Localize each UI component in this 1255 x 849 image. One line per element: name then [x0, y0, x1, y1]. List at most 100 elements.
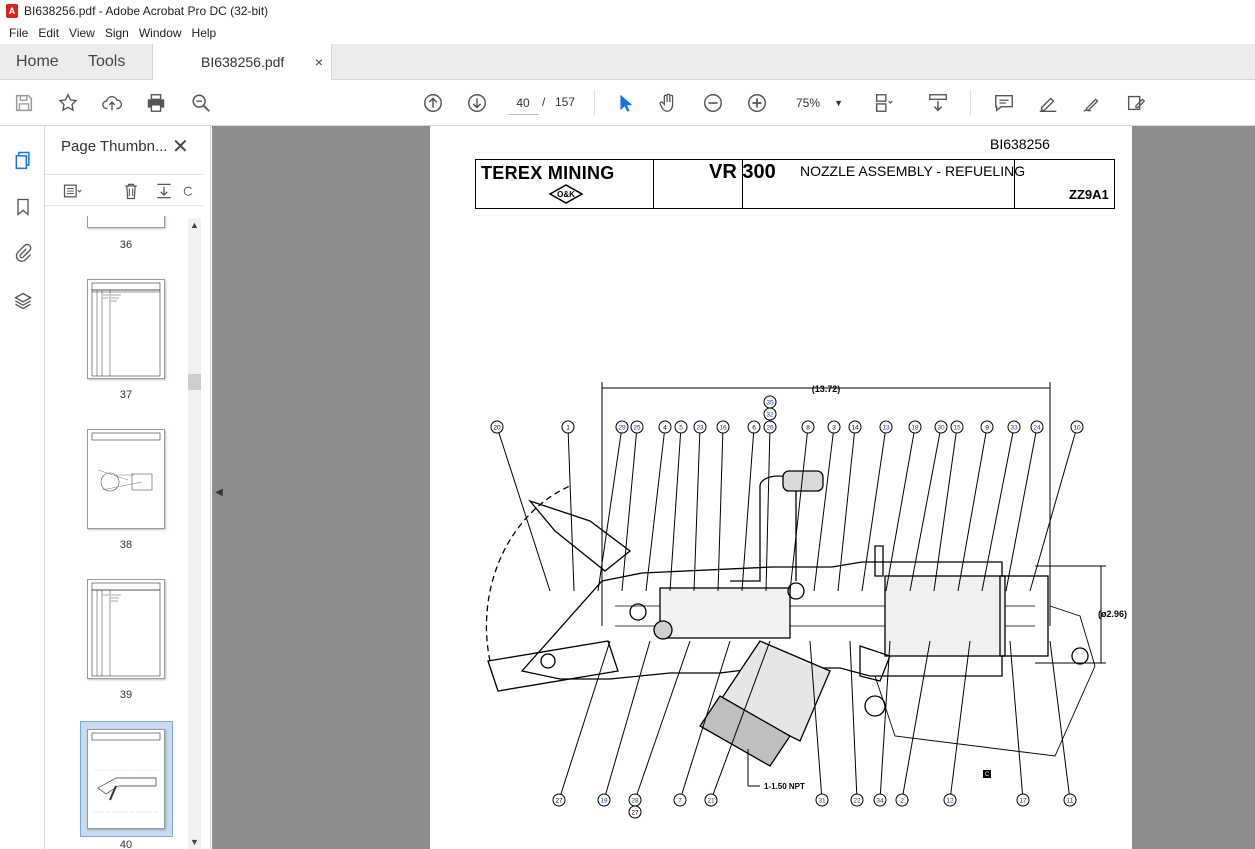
callout-5: 5	[669, 420, 688, 592]
print-icon[interactable]	[144, 91, 168, 115]
rotate-icon[interactable]	[181, 180, 195, 202]
callout-19: 19	[597, 640, 651, 807]
arrow-down-circle-icon[interactable]	[465, 91, 489, 115]
close-panel-icon[interactable]: ✕	[172, 134, 189, 159]
menu-file[interactable]: File	[4, 24, 33, 42]
leader-line	[949, 640, 971, 801]
callout-number: 5	[679, 425, 683, 432]
bookmark-icon[interactable]	[11, 195, 35, 219]
callout-number: 14	[851, 425, 859, 432]
callout-number: 24	[1033, 425, 1041, 432]
tab-bar: Home Tools BI638256.pdf ×	[0, 44, 1255, 81]
toolbar-divider	[594, 90, 595, 116]
menu-help[interactable]: Help	[187, 24, 222, 42]
thumbnail-panel: Page Thumbn... ✕ 36 37 38 39 40	[45, 126, 211, 849]
select-cursor-icon[interactable]	[613, 91, 637, 115]
hand-icon[interactable]	[656, 91, 680, 115]
document-id: BI638256	[990, 136, 1050, 152]
callout-11: 11	[1049, 640, 1077, 807]
callout-1: 1	[561, 420, 575, 592]
callout-22: 22	[849, 640, 864, 807]
callout-26: 26	[763, 420, 777, 592]
attachment-icon[interactable]	[11, 241, 35, 265]
page-separator: /	[542, 95, 546, 109]
thumbnail-page[interactable]	[87, 579, 165, 679]
extract-pages-icon[interactable]	[153, 180, 175, 202]
callout-9: 9	[957, 420, 994, 592]
zoom-in-icon[interactable]	[745, 91, 769, 115]
callout-8: 8	[789, 420, 815, 592]
arrow-up-circle-icon[interactable]	[421, 91, 445, 115]
page-thumbnails-icon[interactable]	[11, 148, 35, 172]
callout-number: 18	[911, 425, 919, 432]
callout-number: 31	[818, 798, 826, 805]
collapse-panel-icon[interactable]: ◀	[212, 480, 226, 504]
leader-line	[1005, 426, 1038, 592]
scroll-up-icon[interactable]: ▲	[190, 220, 199, 230]
sign-icon[interactable]	[1080, 91, 1104, 115]
callout-number: 2	[900, 798, 904, 805]
callout-33: 33	[981, 420, 1021, 592]
page-number-input[interactable]: 40	[507, 91, 539, 115]
menu-edit[interactable]: Edit	[33, 24, 64, 42]
comment-icon[interactable]	[992, 91, 1016, 115]
thumbnail-page[interactable]	[87, 279, 165, 379]
delete-icon[interactable]	[120, 180, 142, 202]
ok-logo-text: O&K	[557, 190, 575, 199]
callout-number: 7	[678, 798, 682, 805]
thumbnail-label: 38	[119, 539, 133, 551]
close-icon[interactable]: ×	[315, 44, 323, 80]
bookmark-star-icon[interactable]	[56, 91, 80, 115]
search-zoom-icon[interactable]	[189, 91, 213, 115]
leader-line	[849, 640, 858, 801]
tab-document[interactable]: BI638256.pdf ×	[152, 44, 332, 81]
scroll-mode-icon[interactable]	[926, 91, 950, 115]
callout-35: 35	[763, 395, 777, 409]
callout-number: 27	[555, 798, 563, 805]
callout-number: 16	[719, 425, 727, 432]
leader-line	[909, 426, 942, 592]
thumbnail-page[interactable]	[87, 429, 165, 529]
dimension-length: (13.72)	[812, 384, 841, 394]
scroll-down-icon[interactable]: ▼	[190, 837, 199, 847]
callout-number: 27	[631, 810, 639, 817]
callout-number: 23	[696, 425, 704, 432]
upload-cloud-icon[interactable]	[100, 91, 124, 115]
window-title: BI638256.pdf - Adobe Acrobat Pro DC (32-…	[24, 4, 269, 18]
callout-4: 4	[645, 420, 672, 592]
tab-tools[interactable]: Tools	[88, 44, 125, 80]
callout-34: 34	[873, 640, 891, 807]
thumbnail-options-icon[interactable]	[61, 180, 83, 202]
save-icon[interactable]	[12, 91, 36, 115]
zoom-select[interactable]: 75% ▼	[785, 91, 851, 115]
callout-2: 2	[895, 640, 931, 807]
leader-line	[933, 426, 958, 592]
highlight-pen-icon[interactable]	[1036, 91, 1060, 115]
thumbnail-list[interactable]: 36 37 38 39 40	[45, 216, 193, 849]
callouts-bottom-extra: 27	[628, 805, 642, 819]
callout-number: 19	[600, 798, 608, 805]
fit-page-icon[interactable]	[872, 91, 896, 115]
callout-number: 35	[766, 400, 774, 407]
thumbnail-label: 36	[119, 239, 133, 251]
more-tools-icon[interactable]	[1124, 91, 1148, 115]
terex-logo: TEREX MINING	[481, 163, 615, 183]
callout-number: 33	[1010, 425, 1018, 432]
callout-number: 6	[752, 425, 756, 432]
menu-sign[interactable]: Sign	[100, 24, 134, 42]
menu-window[interactable]: Window	[134, 24, 187, 42]
callout-20: 20	[490, 420, 551, 592]
total-pages: 157	[555, 95, 576, 109]
logo-cell: TEREX MINING O&K	[476, 160, 654, 208]
zoom-value: 75%	[796, 96, 821, 110]
menu-view[interactable]: View	[64, 24, 100, 42]
leader-line	[567, 426, 575, 592]
tab-home[interactable]: Home	[16, 44, 59, 80]
ok-logo-icon: O&K	[548, 184, 584, 204]
thumbnail-scrollbar[interactable]: ▲ ▼	[188, 218, 201, 849]
layers-icon[interactable]	[11, 289, 35, 313]
scrollbar-thumb[interactable]	[188, 374, 201, 390]
thumbnail-page[interactable]	[87, 216, 165, 228]
thumbnail-page-current[interactable]	[87, 729, 165, 829]
zoom-out-icon[interactable]	[701, 91, 725, 115]
